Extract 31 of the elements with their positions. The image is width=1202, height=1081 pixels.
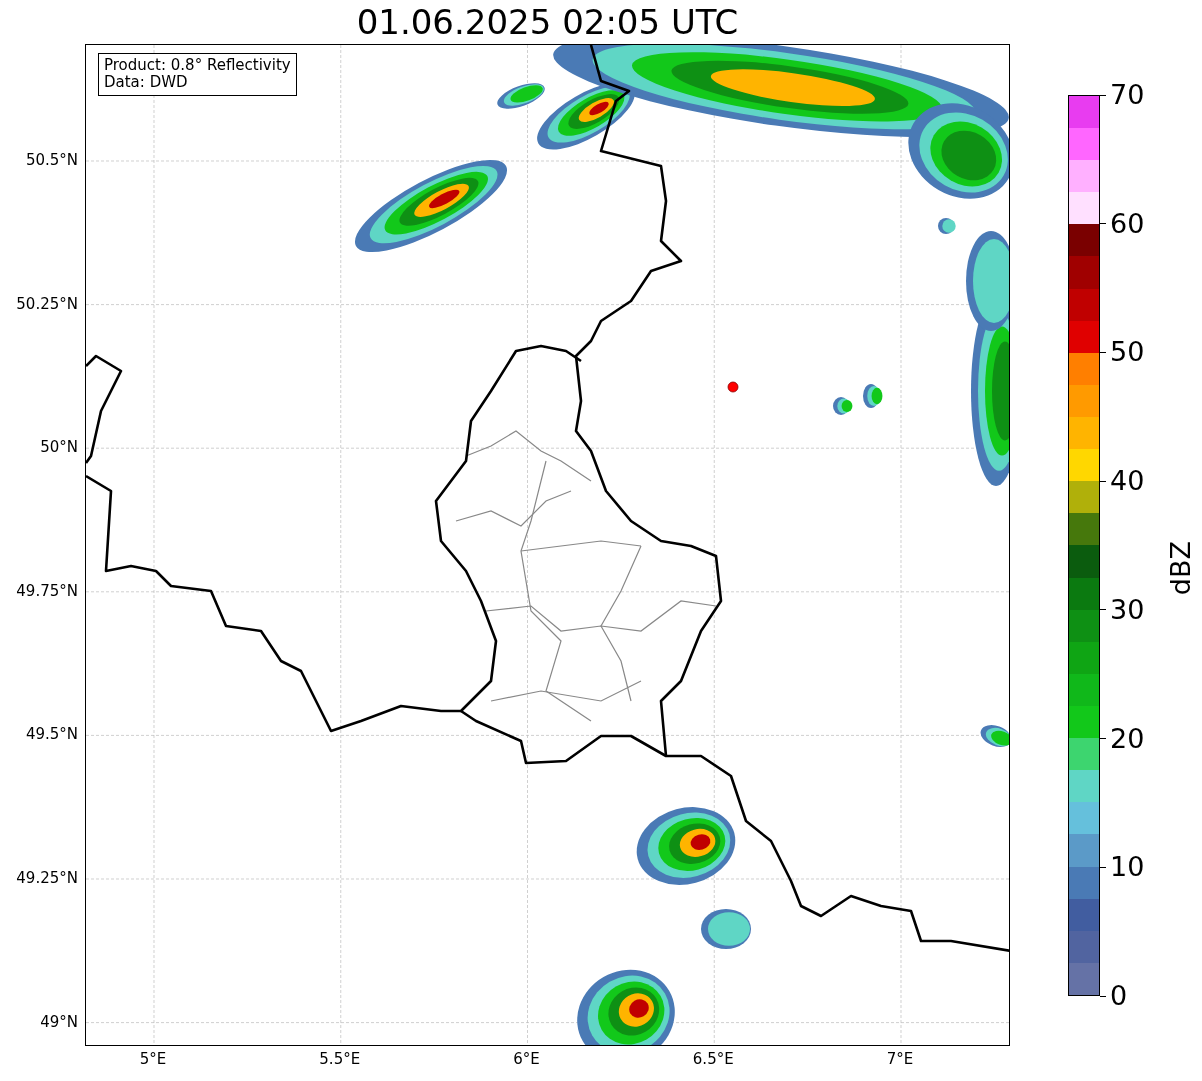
colorbar-tick-label: 60 [1110, 208, 1145, 239]
tick-mark [1100, 995, 1106, 997]
latitude-label: 49.25°N [16, 869, 78, 887]
latitude-label: 50.25°N [16, 294, 78, 313]
colorbar-tick-label: 10 [1110, 852, 1145, 883]
longitude-label: 5°E [139, 1050, 167, 1068]
latitude-label: 49°N [40, 1012, 78, 1031]
radar-echo [980, 725, 1009, 747]
colorbar-tick-label: 50 [1110, 337, 1145, 368]
colorbar-tick-label: 0 [1110, 981, 1128, 1011]
latitude-label: 49.75°N [16, 581, 78, 600]
longitude-label: 6.5°E [692, 1050, 734, 1068]
colorbar-label: dBZ [1166, 540, 1196, 596]
radar-echo [701, 909, 751, 949]
info-text: Product: 0.8° Reflectivity [104, 57, 291, 74]
radar-site-marker [727, 381, 739, 393]
colorbar-tick-label: 20 [1110, 723, 1145, 754]
radar-echo [833, 397, 853, 415]
latitude-label: 50.5°N [25, 151, 78, 169]
longitude-label: 7°E [886, 1050, 914, 1068]
colorbar-tick-label: 30 [1110, 594, 1145, 625]
longitude-label: 5.5°E [319, 1050, 361, 1068]
latitude-label: 49.5°N [25, 725, 78, 744]
map-title: 01.06.2025 02:05 UTC [355, 1, 740, 44]
latitude-label: 50°N [40, 438, 78, 457]
radar-echo [863, 384, 883, 408]
radar-echo [938, 218, 956, 234]
colorbar-tick-label: 40 [1110, 466, 1145, 497]
colorbar-tick-label: 70 [1110, 80, 1145, 110]
longitude-label: 6°E [513, 1050, 540, 1068]
info-text: Data: DWD [104, 74, 189, 91]
